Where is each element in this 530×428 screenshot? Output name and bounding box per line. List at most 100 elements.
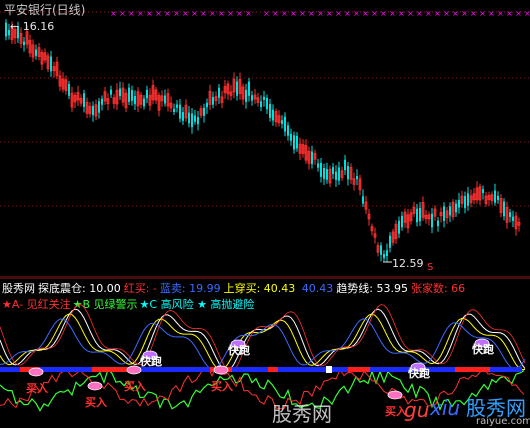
candle-body <box>503 201 505 217</box>
candle-body <box>362 196 364 204</box>
candle-body <box>449 206 451 216</box>
sell-signal-label: 快跑 <box>472 343 494 356</box>
magenta-marker: × <box>209 9 216 18</box>
magenta-marker: × <box>155 9 162 18</box>
band-marker <box>326 366 332 373</box>
candle-body <box>458 199 460 208</box>
candle-body <box>251 95 253 101</box>
high-price-label: ← 16.16 <box>10 20 55 33</box>
magenta-marker: × <box>371 9 378 18</box>
sell-signal-label: 快跑 <box>228 344 250 357</box>
candle-body <box>92 105 94 116</box>
candle-body <box>419 207 421 222</box>
magenta-marker: × <box>524 9 530 18</box>
watermark-gu: gu <box>404 398 430 422</box>
candle-body <box>431 213 433 228</box>
candle-body <box>236 81 238 96</box>
candle-body <box>338 167 340 181</box>
candle-body <box>98 101 100 113</box>
candle-body <box>416 208 418 223</box>
magenta-marker: × <box>182 9 189 18</box>
sell-signal-label: 快跑 <box>408 367 430 380</box>
magenta-marker: × <box>344 9 351 18</box>
candle-body <box>356 176 358 180</box>
watermark-logo: 股秀网 <box>272 402 332 426</box>
candle-body <box>164 95 166 104</box>
buy-marker-icon <box>126 365 142 375</box>
candle-body <box>203 107 205 116</box>
candle-body <box>398 220 400 234</box>
magenta-marker: × <box>110 9 117 18</box>
candle-body <box>143 98 145 107</box>
red-band-segment <box>455 367 490 372</box>
magenta-marker: × <box>362 9 369 18</box>
magenta-marker: × <box>443 9 450 18</box>
candle-body <box>179 104 181 119</box>
magenta-marker: × <box>380 9 387 18</box>
magenta-marker: × <box>200 9 207 18</box>
candle-body <box>101 98 103 105</box>
candle-body <box>290 133 292 141</box>
magenta-marker: × <box>488 9 495 18</box>
magenta-marker: × <box>119 9 126 18</box>
candle-body <box>272 109 274 121</box>
magenta-marker: × <box>308 9 315 18</box>
candle-body <box>83 93 85 108</box>
candle-body <box>50 56 52 72</box>
magenta-marker: × <box>398 9 405 18</box>
magenta-marker: × <box>236 9 243 18</box>
candle-body <box>5 22 7 37</box>
candle-body <box>494 190 496 203</box>
magenta-marker: × <box>407 9 414 18</box>
magenta-marker: × <box>272 9 279 18</box>
candle-body <box>332 167 334 174</box>
magenta-marker: × <box>515 9 522 18</box>
magenta-marker: × <box>353 9 360 18</box>
candle-body <box>263 96 265 100</box>
buy-marker-icon <box>387 390 403 400</box>
magenta-marker: × <box>218 9 225 18</box>
candle-body <box>218 87 220 98</box>
candles <box>5 19 521 263</box>
magenta-marker: × <box>434 9 441 18</box>
candle-body <box>467 193 469 206</box>
candle-body <box>482 189 484 194</box>
red-line <box>0 304 526 373</box>
low-price-label: 12.59 <box>392 257 424 270</box>
magenta-marker: × <box>227 9 234 18</box>
magenta-marker: × <box>326 9 333 18</box>
signal-band <box>0 366 522 373</box>
candle-body <box>284 116 286 132</box>
sell-signal-label: 快跑 <box>140 355 162 368</box>
magenta-marker: × <box>299 9 306 18</box>
magenta-marker: × <box>290 9 297 18</box>
candle-body <box>401 215 403 228</box>
candle-body <box>344 159 346 171</box>
candle-body <box>326 169 328 180</box>
candle-body <box>191 113 193 128</box>
candle-body <box>194 115 196 122</box>
candle-body <box>212 97 214 105</box>
candle-body <box>146 89 148 99</box>
buy-signal-label: 买入 <box>211 380 233 393</box>
candle-body <box>512 216 514 221</box>
candle-body <box>383 254 385 259</box>
magenta-marker: × <box>173 9 180 18</box>
candle-body <box>497 195 499 201</box>
candle-body <box>248 81 250 96</box>
candle-body <box>68 84 70 96</box>
candle-body <box>455 203 457 213</box>
candle-body <box>389 235 391 248</box>
candle-body <box>437 220 439 227</box>
candle-body <box>206 102 208 108</box>
buy-marker-icon <box>213 365 229 375</box>
candle-body <box>380 245 382 255</box>
red-band-segment <box>92 367 128 372</box>
candle-body <box>128 87 130 102</box>
magenta-marker: × <box>245 9 252 18</box>
magenta-marker: × <box>128 9 135 18</box>
candlestick-chart: × × × × × × × × × × × × × × × × × × × × × × × × × × × × × × × × × × × × × × × ×… <box>0 9 530 278</box>
magenta-marker: × <box>137 9 144 18</box>
candle-body <box>287 125 289 136</box>
candle-body <box>182 112 184 121</box>
